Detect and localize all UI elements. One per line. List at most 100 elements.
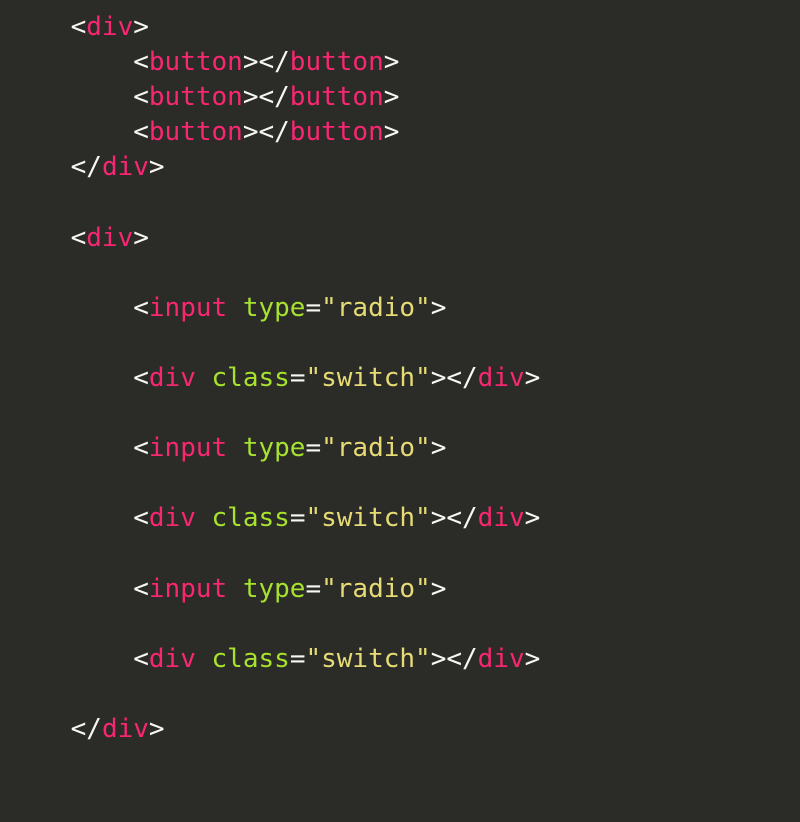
code-line: <input type="radio">	[0, 431, 800, 466]
code-line	[0, 677, 800, 712]
gutter-space	[8, 117, 71, 147]
token-at: type	[243, 433, 306, 463]
token-p: <	[133, 117, 149, 147]
code-line: <input type="radio">	[0, 291, 800, 326]
token-tg: div	[102, 152, 149, 182]
token-tg: button	[290, 82, 384, 112]
token-p: >	[431, 293, 447, 323]
token-tg: div	[149, 644, 196, 674]
token-tg: div	[86, 12, 133, 42]
token-p: </	[446, 644, 477, 674]
token-p: >	[243, 117, 259, 147]
code-line: <input type="radio">	[0, 572, 800, 607]
indent	[71, 82, 134, 112]
code-line	[0, 607, 800, 642]
gutter-space	[8, 503, 71, 533]
token-eq: =	[305, 574, 321, 604]
gutter-space	[8, 574, 71, 604]
token-p: >	[431, 574, 447, 604]
token-st: "switch"	[305, 644, 430, 674]
code-line	[0, 256, 800, 291]
token-st: "switch"	[305, 363, 430, 393]
gutter-space	[8, 47, 71, 77]
token-p: <	[133, 293, 149, 323]
token-p	[227, 574, 243, 604]
code-line: <div class="switch"></div>	[0, 501, 800, 536]
token-p: >	[149, 152, 165, 182]
token-p: </	[258, 47, 289, 77]
token-eq: =	[305, 293, 321, 323]
token-tg: input	[149, 293, 227, 323]
gutter-space	[8, 468, 71, 498]
token-eq: =	[305, 433, 321, 463]
token-p: >	[243, 82, 259, 112]
token-p: <	[133, 82, 149, 112]
token-tg: button	[290, 47, 384, 77]
gutter-space	[8, 82, 71, 112]
token-tg: input	[149, 433, 227, 463]
token-p: >	[431, 644, 447, 674]
token-tg: div	[149, 363, 196, 393]
token-p: >	[431, 433, 447, 463]
code-line	[0, 396, 800, 431]
gutter-space	[8, 398, 71, 428]
gutter-space	[8, 538, 71, 568]
token-p: </	[71, 152, 102, 182]
token-p: <	[71, 12, 87, 42]
gutter-space	[8, 258, 71, 288]
token-st: "radio"	[321, 574, 431, 604]
gutter-space	[8, 187, 71, 217]
token-p: <	[133, 47, 149, 77]
token-p: </	[446, 503, 477, 533]
gutter-space	[8, 609, 71, 639]
code-line: <button></button>	[0, 45, 800, 80]
token-tg: button	[149, 82, 243, 112]
gutter-space	[8, 433, 71, 463]
token-p	[227, 293, 243, 323]
code-line: </div>	[0, 150, 800, 185]
token-p: </	[258, 82, 289, 112]
token-tg: div	[478, 363, 525, 393]
indent	[71, 433, 134, 463]
token-p	[196, 644, 212, 674]
token-p: </	[258, 117, 289, 147]
token-p: <	[133, 503, 149, 533]
token-tg: input	[149, 574, 227, 604]
gutter-space	[8, 644, 71, 674]
token-p: >	[384, 47, 400, 77]
indent	[71, 293, 134, 323]
gutter-space	[8, 679, 71, 709]
code-editor: <div> <button></button> <button></button…	[0, 0, 800, 757]
gutter-space	[8, 152, 71, 182]
token-p	[196, 503, 212, 533]
indent	[71, 574, 134, 604]
indent	[71, 644, 134, 674]
token-p: <	[133, 644, 149, 674]
token-p: >	[243, 47, 259, 77]
token-p: <	[133, 363, 149, 393]
code-line: <div class="switch"></div>	[0, 642, 800, 677]
token-p: >	[133, 12, 149, 42]
token-tg: div	[478, 503, 525, 533]
token-p: <	[71, 223, 87, 253]
token-eq: =	[290, 644, 306, 674]
indent	[71, 117, 134, 147]
gutter-space	[8, 293, 71, 323]
token-st: "switch"	[305, 503, 430, 533]
token-p: </	[71, 714, 102, 744]
code-line: <button></button>	[0, 115, 800, 150]
code-line	[0, 536, 800, 571]
code-line	[0, 466, 800, 501]
token-p: >	[133, 223, 149, 253]
indent	[71, 363, 134, 393]
token-at: type	[243, 293, 306, 323]
code-line	[0, 326, 800, 361]
token-p: >	[149, 714, 165, 744]
token-p	[227, 433, 243, 463]
token-eq: =	[290, 503, 306, 533]
indent	[71, 47, 134, 77]
token-st: "radio"	[321, 293, 431, 323]
token-p: <	[133, 574, 149, 604]
token-p: >	[525, 363, 541, 393]
token-tg: button	[149, 47, 243, 77]
